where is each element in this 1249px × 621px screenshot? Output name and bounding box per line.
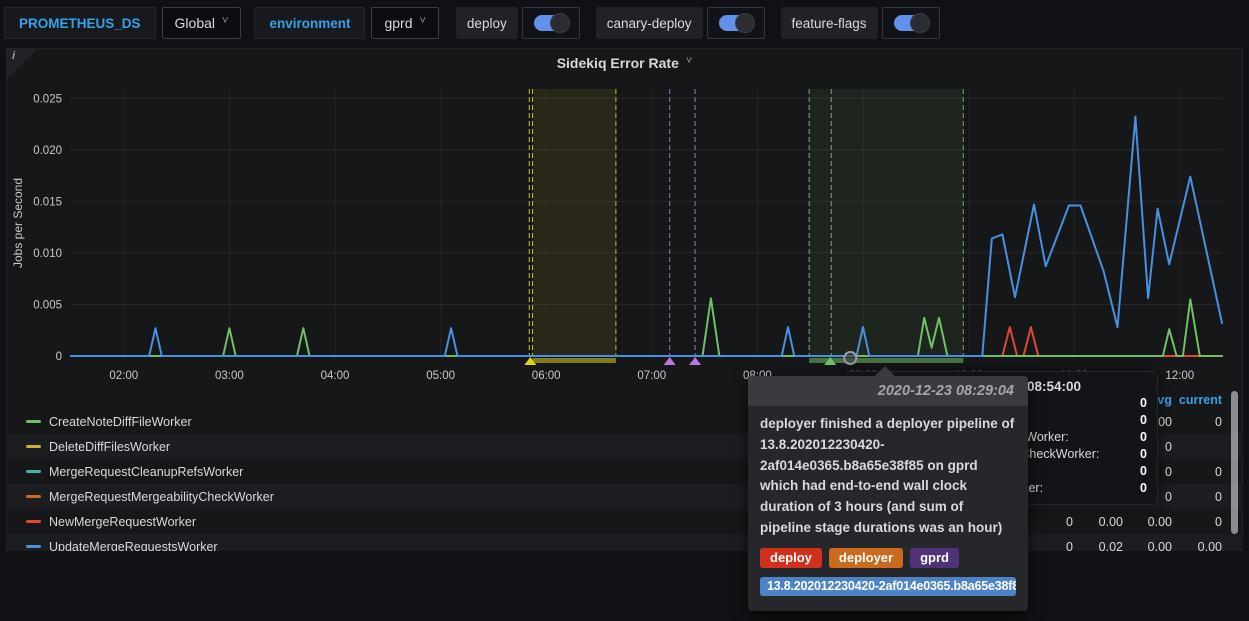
chevron-down-icon: ˅ (222, 16, 228, 27)
y-tick-label: 0.020 (33, 145, 62, 157)
legend-max-value: 0.02 (1073, 540, 1123, 552)
legend-min-value: 0 (1033, 540, 1073, 552)
datasource-value: Global (175, 15, 215, 31)
datasource-label[interactable]: PROMETHEUS_DS (4, 7, 156, 39)
timeseries-chart[interactable]: 0 0.005 0.010 0.015 0.020 0.025 02:00 03:00 04:0… (7, 77, 1244, 391)
switch-knob (735, 13, 755, 33)
x-tick-label: 02:00 (109, 370, 138, 382)
environment-label[interactable]: environment (254, 7, 365, 39)
series-color-dash-icon (26, 420, 41, 423)
annotation-region (809, 89, 963, 356)
x-tick-label: 12:00 (1165, 370, 1194, 382)
switch-canary-deploy[interactable] (719, 15, 753, 31)
series-NewMergeRequestWorker[interactable] (71, 327, 1222, 356)
legend-avg-value: 0.00 (1123, 515, 1172, 529)
legend-scrollbar[interactable] (1231, 391, 1238, 534)
legend-current-value: 0 (1172, 490, 1222, 504)
annotation-text: deployer finished a deployer pipeline of… (760, 414, 1016, 539)
switch-knob (910, 13, 930, 33)
y-axis-label: Jobs per Second (11, 178, 25, 268)
annotation-marker-icon[interactable] (664, 357, 676, 365)
series-color-dash-icon (26, 445, 41, 448)
legend-current-value: 0 (1172, 415, 1222, 429)
chevron-down-icon: ˅ (686, 56, 692, 67)
x-tick-label: 04:00 (321, 370, 350, 382)
series-CreateNoteDiffFileWorker[interactable] (71, 298, 1222, 356)
toggle-feature-flags[interactable] (882, 7, 940, 39)
annotation-tooltip: 2020-12-23 08:29:04 deployer finished a … (748, 376, 1028, 611)
annotation-release-tag[interactable]: 13.8.202012230420-2af014e0365.b8a65e38f8… (760, 577, 1016, 596)
annotation-tag-deployer[interactable]: deployer (829, 548, 903, 568)
x-tick-label: 05:00 (426, 370, 455, 382)
switch-knob (550, 13, 570, 33)
series-color-dash-icon (26, 545, 41, 548)
switch-deploy[interactable] (534, 15, 568, 31)
annotation-tag-deploy[interactable]: deploy (760, 548, 822, 568)
environment-value: gprd (384, 15, 412, 31)
panel-title-menu[interactable]: Sidekiq Error Rate ˅ (7, 49, 1242, 77)
legend-row: UpdateMergeRequestsWorker 0 0.02 0.00 0.… (8, 534, 1243, 551)
annotation-region (533, 89, 616, 356)
toggle-label-feature-flags: feature-flags (781, 7, 878, 39)
toggle-label-deploy: deploy (456, 7, 518, 39)
series-color-dash-icon (26, 495, 41, 498)
hover-tooltip-value: 0 (1140, 430, 1147, 444)
switch-feature-flags[interactable] (894, 15, 928, 31)
annotation-tags: deploy deployer gprd (760, 548, 1016, 568)
y-tick-label: 0.025 (33, 93, 62, 105)
hover-tooltip-value: 0 (1140, 464, 1147, 478)
annotation-marker-icon[interactable] (689, 357, 701, 365)
y-tick-label: 0.015 (33, 196, 62, 208)
hover-tooltip-value: 0 (1140, 413, 1147, 427)
legend-current-value: 0.00 (1172, 540, 1222, 552)
annotation-hover-marker-icon[interactable] (844, 352, 856, 364)
legend-min-value: 0 (1033, 515, 1073, 529)
y-tick-label: 0.005 (33, 300, 62, 312)
series-color-dash-icon (26, 520, 41, 523)
series-UpdateMergeRequestsWorker[interactable] (71, 117, 1222, 356)
chevron-down-icon: ˅ (419, 16, 425, 27)
legend-avg-value: 0.00 (1123, 540, 1172, 552)
datasource-dropdown[interactable]: Global ˅ (162, 7, 242, 39)
x-tick-label: 06:00 (532, 370, 561, 382)
toggle-deploy[interactable] (522, 7, 580, 39)
hover-tooltip-value: 0 (1140, 481, 1147, 495)
environment-dropdown[interactable]: gprd ˅ (371, 7, 438, 39)
legend-current-value: 0 (1172, 465, 1222, 479)
y-tick-label: 0.010 (33, 248, 62, 260)
legend-row: NewMergeRequestWorker 0 0.00 0.00 0 (8, 509, 1243, 534)
y-tick-label: 0 (56, 351, 62, 363)
panel-title: Sidekiq Error Rate (557, 55, 679, 71)
series-color-dash-icon (26, 470, 41, 473)
x-tick-label: 03:00 (215, 370, 244, 382)
hover-tooltip-value: 0 (1140, 447, 1147, 461)
legend-current-value: 0 (1172, 515, 1222, 529)
x-tick-label: 07:00 (637, 370, 666, 382)
toggle-label-canary-deploy: canary-deploy (596, 7, 703, 39)
annotation-tag-gprd[interactable]: gprd (910, 548, 959, 568)
hover-tooltip-value: 0 (1140, 396, 1147, 410)
annotation-region-bar[interactable] (533, 358, 616, 363)
variables-bar: PROMETHEUS_DS Global ˅ environment gprd … (0, 0, 1249, 46)
annotation-timestamp: 2020-12-23 08:29:04 (748, 376, 1028, 406)
legend-max-value: 0.00 (1073, 515, 1123, 529)
legend-header-current[interactable]: current (1172, 393, 1222, 407)
toggle-canary-deploy[interactable] (707, 7, 765, 39)
